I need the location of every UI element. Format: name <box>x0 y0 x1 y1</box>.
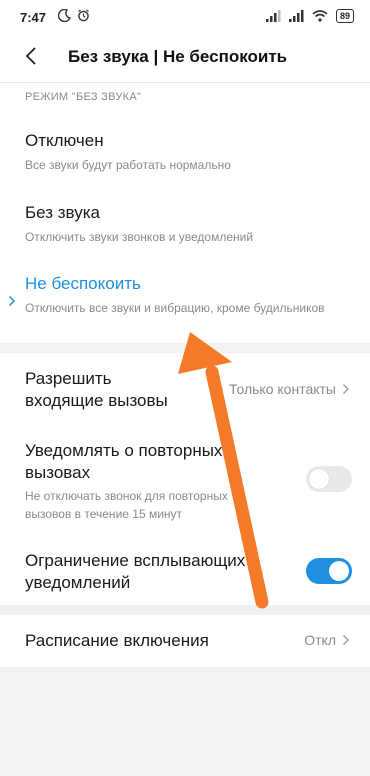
option-silent[interactable]: Без звука Отключить звуки звонков и увед… <box>25 203 345 246</box>
option-do-not-disturb[interactable]: Не беспокоить Отключить все звуки и вибр… <box>25 274 345 317</box>
status-right-icons: 89 <box>265 9 354 23</box>
schedule-value: Откл <box>304 632 350 648</box>
repeat-calls-subtitle-2: вызовов в течение 15 минут <box>25 507 183 521</box>
limit-popups-toggle[interactable] <box>306 558 352 584</box>
alarm-icon <box>78 9 89 22</box>
dnd-settings: Разрешить входящие вызовы Только контакт… <box>0 353 370 605</box>
option-silent-title: Без звука <box>25 203 100 222</box>
chevron-right-icon <box>343 384 349 394</box>
app-header: Без звука | Не беспокоить <box>0 34 370 83</box>
allow-calls-value-text: Только контакты <box>229 381 336 397</box>
chevron-right-icon <box>343 635 349 645</box>
schedule-value-text: Откл <box>304 632 336 648</box>
repeat-calls-toggle[interactable] <box>306 466 352 492</box>
allow-calls-title-2: входящие вызовы <box>25 391 168 410</box>
allow-calls-value: Только контакты <box>229 381 350 397</box>
back-arrow-icon[interactable] <box>22 44 42 68</box>
limit-popups-title-1: Ограничение всплывающих <box>25 551 246 570</box>
status-left-icons <box>58 9 90 22</box>
toggle-knob <box>329 561 349 581</box>
option-dnd-subtitle: Отключить все звуки и вибрацию, кроме бу… <box>25 301 325 315</box>
repeat-calls-title-1: Уведомлять о повторных <box>25 441 223 460</box>
section-label-mode: РЕЖИМ "БЕЗ ЗВУКА" <box>25 91 142 103</box>
option-off[interactable]: Отключен Все звуки будут работать нормал… <box>25 131 345 174</box>
option-off-title: Отключен <box>25 131 104 150</box>
battery-icon: 89 <box>335 9 354 23</box>
limit-popups-title-2: уведомлений <box>25 573 131 592</box>
signal-icon <box>288 10 304 22</box>
allow-calls-title-1: Разрешить <box>25 369 112 388</box>
option-off-subtitle: Все звуки будут работать нормально <box>25 158 231 172</box>
toggle-knob <box>309 469 329 489</box>
mode-section: РЕЖИМ "БЕЗ ЗВУКА" Отключен Все звуки буд… <box>0 83 370 343</box>
moon-icon <box>58 9 71 22</box>
selected-chevron-icon <box>8 295 16 307</box>
schedule-row[interactable]: Расписание включения Откл <box>0 615 370 667</box>
signal-icon <box>265 10 281 22</box>
status-time: 7:47 <box>20 10 47 25</box>
option-silent-subtitle: Отключить звуки звонков и уведомлений <box>25 230 254 244</box>
wifi-icon <box>312 10 328 22</box>
page-title: Без звука | Не беспокоить <box>68 47 288 66</box>
repeat-calls-title-2: вызовах <box>25 463 91 482</box>
status-bar: 7:47 89 <box>0 0 370 34</box>
repeat-calls-subtitle-1: Не отключать звонок для повторных <box>25 489 228 503</box>
schedule-title: Расписание включения <box>25 631 209 650</box>
option-dnd-title: Не беспокоить <box>25 274 141 293</box>
